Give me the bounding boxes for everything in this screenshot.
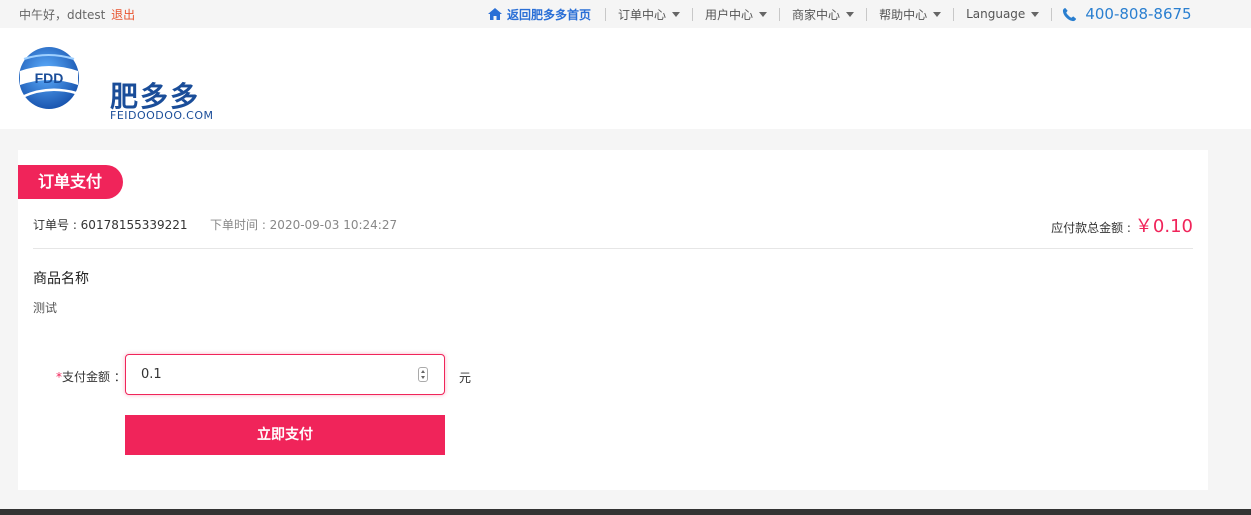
product-name: 测试 bbox=[33, 301, 58, 315]
total-label: 应付款总金额 : bbox=[1051, 221, 1131, 235]
chevron-down-icon bbox=[1031, 11, 1040, 17]
nav-merchant-center-label: 商家中心 bbox=[792, 7, 841, 22]
section-title-tag: 订单支付 bbox=[18, 165, 123, 199]
svg-text:FDD: FDD bbox=[35, 70, 64, 86]
site-header: FDD 肥多多 FEIDOODOO.COM bbox=[0, 28, 1251, 129]
stepper-up-icon[interactable] bbox=[421, 369, 425, 373]
stepper-down-icon[interactable] bbox=[421, 376, 425, 380]
payment-amount-input[interactable] bbox=[126, 355, 416, 394]
nav-merchant-center[interactable]: 商家中心 bbox=[780, 6, 866, 23]
phone-icon bbox=[1063, 7, 1077, 21]
order-number: 订单号 : 60178155339221 bbox=[33, 218, 188, 232]
payment-amount-label: *支付金额 ： bbox=[56, 368, 126, 385]
payment-amount-field bbox=[125, 354, 445, 395]
home-link-label: 返回肥多多首页 bbox=[507, 7, 592, 22]
payment-amount-label-text: 支付金额 ： bbox=[62, 370, 126, 384]
order-payment-card: 订单支付 订单号 : 60178155339221 下单时间 : 2020-09… bbox=[18, 150, 1208, 490]
footer-bar bbox=[0, 509, 1251, 515]
nav-user-center-label: 用户中心 bbox=[705, 7, 754, 22]
nav-help-center[interactable]: 帮助中心 bbox=[867, 6, 953, 23]
greeting-text: 中午好，ddtest bbox=[19, 8, 106, 22]
nav-language[interactable]: Language bbox=[954, 7, 1051, 21]
home-link[interactable]: 返回肥多多首页 bbox=[487, 6, 605, 23]
nav-user-center[interactable]: 用户中心 bbox=[693, 6, 779, 23]
home-icon bbox=[488, 8, 502, 20]
greeting: 中午好，ddtest 退出 bbox=[19, 6, 135, 23]
top-nav: 返回肥多多首页 订单中心 用户中心 商家中心 帮助中心 Language 400… bbox=[487, 0, 1192, 28]
currency-unit: 元 bbox=[459, 371, 472, 385]
nav-order-center-label: 订单中心 bbox=[618, 7, 667, 22]
brand-name-en: FEIDOODOO.COM bbox=[110, 109, 214, 122]
top-bar: 中午好，ddtest 退出 返回肥多多首页 订单中心 用户中心 商家中心 帮助中… bbox=[0, 0, 1251, 28]
pay-now-button[interactable]: 立即支付 bbox=[125, 415, 445, 455]
fdd-logo-icon: FDD bbox=[19, 47, 79, 109]
order-time: 下单时间 : 2020-09-03 10:24:27 bbox=[210, 218, 398, 232]
chevron-down-icon bbox=[672, 11, 681, 17]
chevron-down-icon bbox=[933, 11, 942, 17]
nav-language-label: Language bbox=[966, 7, 1026, 21]
total-amount: 应付款总金额 : ￥0.10 bbox=[1051, 212, 1193, 238]
chevron-down-icon bbox=[846, 11, 855, 17]
divider bbox=[33, 248, 1193, 249]
nav-order-center[interactable]: 订单中心 bbox=[606, 6, 692, 23]
product-name-label: 商品名称 bbox=[33, 271, 89, 287]
logout-link[interactable]: 退出 bbox=[111, 8, 135, 22]
nav-help-center-label: 帮助中心 bbox=[879, 7, 928, 22]
hotline: 400-808-8675 bbox=[1052, 5, 1192, 23]
chevron-down-icon bbox=[759, 11, 768, 17]
number-stepper-icon[interactable] bbox=[418, 367, 428, 382]
total-value: ￥0.10 bbox=[1134, 216, 1193, 237]
hotline-number: 400-808-8675 bbox=[1085, 5, 1192, 23]
site-logo[interactable]: FDD 肥多多 FEIDOODOO.COM bbox=[18, 45, 218, 122]
